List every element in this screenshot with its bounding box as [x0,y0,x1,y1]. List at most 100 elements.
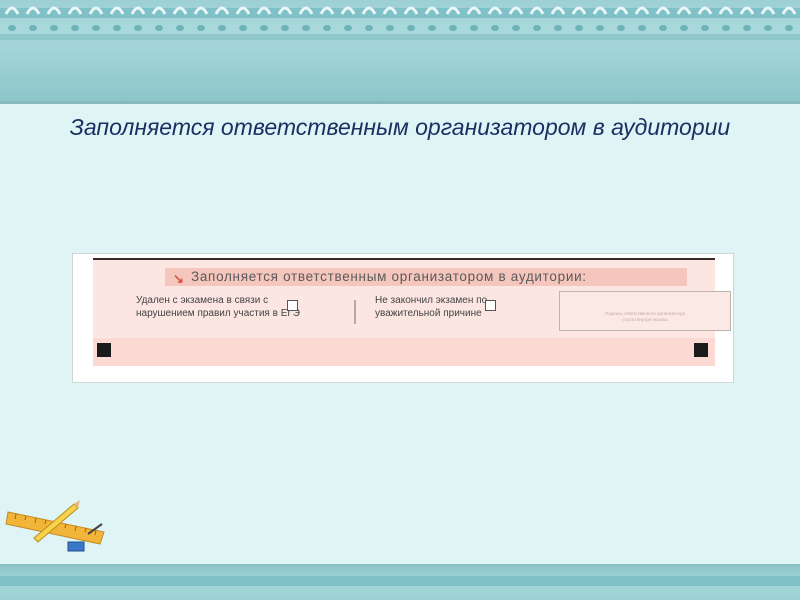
arrow-down-right-icon: ↘ [173,271,185,286]
binder-hole [155,25,163,31]
signature-box[interactable]: Подпись ответственного организатора стро… [559,291,731,331]
binder-hole [575,25,583,31]
binder-ring [46,6,62,15]
slide-title: Заполняется ответственным организатором … [69,114,731,140]
binder-hole [71,25,79,31]
removed-from-exam-label: Удален с экзамена в связи с нарушением п… [136,294,300,320]
binder-hole [260,25,268,31]
binder-hole [680,25,688,31]
binder-hole [470,25,478,31]
binder-hole [344,25,352,31]
bottom-band-stripe [0,576,800,586]
form-lower-strip [93,338,715,366]
binder-hole [512,25,520,31]
removed-from-exam-checkbox[interactable] [287,300,298,311]
removed-label-line1: Удален с экзамена в связи с [136,295,269,306]
binder-ring [445,6,461,15]
registration-marker-left [97,343,111,357]
binder-ring [256,6,272,15]
binder-hole [428,25,436,31]
not-finished-checkbox[interactable] [485,300,496,311]
binder-ring [67,6,83,15]
binder-ring [529,6,545,15]
binder-ring [4,6,20,15]
binder-hole [533,25,541,31]
binder-ring [466,6,482,15]
binder-ring [235,6,251,15]
binder-ring [361,6,377,15]
binder-hole [785,25,793,31]
binder-ring [277,6,293,15]
binder-hole [764,25,772,31]
not-finished-label-line1: Не закончил экзамен по [375,295,488,306]
binder-hole [365,25,373,31]
registration-marker-right [694,343,708,357]
binder-rings [4,6,797,31]
binder-ring [676,6,692,15]
binder-hole [701,25,709,31]
form-image: ↘ Заполняется ответственным организаторо… [72,253,734,383]
binder-hole [449,25,457,31]
binder-ring [319,6,335,15]
removed-label-line2: нарушением правил участия в ЕГЭ [136,308,300,319]
binder-ring [592,6,608,15]
binder-hole [407,25,415,31]
binder-hole [722,25,730,31]
binder-ring [109,6,125,15]
binder-ring [634,6,650,15]
binder-ring [172,6,188,15]
binder-ring [613,6,629,15]
form-header-text: Заполняется ответственным организатором … [191,269,587,284]
binder-hole [239,25,247,31]
binder-hole [218,25,226,31]
ruler-pencil-icon [5,500,105,552]
binder-ring [25,6,41,15]
binder-ring [508,6,524,15]
binder-hole [491,25,499,31]
binder-hole [281,25,289,31]
binder-ring [550,6,566,15]
binder-ring [403,6,419,15]
binder-ring [340,6,356,15]
binder-ring [718,6,734,15]
signature-caption-line2: строго внутри окошка [622,317,668,322]
binder-hole [659,25,667,31]
binder-ring [130,6,146,15]
binder-ring [760,6,776,15]
binder-ring [571,6,587,15]
binder-ring [382,6,398,15]
field-divider [354,300,356,324]
binder-hole [197,25,205,31]
binder-hole [176,25,184,31]
not-finished-label-line2: уважительной причине [375,308,482,319]
binder-ring [781,6,797,15]
binder-ring [655,6,671,15]
binder-hole [323,25,331,31]
bottom-decorative-band [0,564,800,600]
binder-ring [487,6,503,15]
binder-hole [386,25,394,31]
binder-hole [638,25,646,31]
binder-hole [113,25,121,31]
form-body: ↘ Заполняется ответственным организаторо… [93,260,731,366]
binder-hole [554,25,562,31]
binder-ring [88,6,104,15]
binder-ring [193,6,209,15]
top-decorative-band [0,0,800,104]
binder-hole [29,25,37,31]
binder-hole [92,25,100,31]
binder-ring [739,6,755,15]
binder-hole [50,25,58,31]
not-finished-label: Не закончил экзамен по уважительной прич… [375,294,487,320]
binder-hole [8,25,16,31]
binder-ring [424,6,440,15]
binder-ring [151,6,167,15]
binder-hole [596,25,604,31]
form-header: ↘ Заполняется ответственным организаторо… [165,268,687,286]
binder-ring [697,6,713,15]
binder-ring [298,6,314,15]
binder-ring [214,6,230,15]
binder-hole [134,25,142,31]
signature-caption: Подпись ответственного организатора стро… [560,311,730,323]
binder-hole [617,25,625,31]
